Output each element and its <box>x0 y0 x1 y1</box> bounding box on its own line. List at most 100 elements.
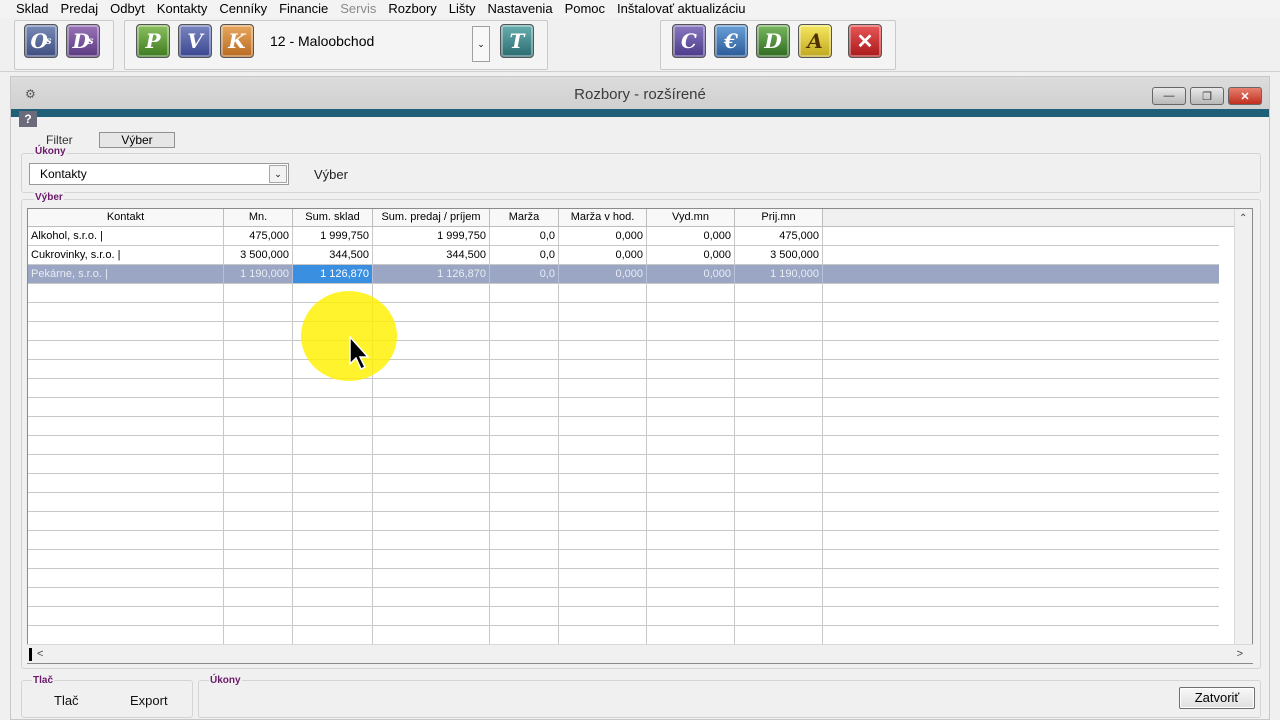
table-cell[interactable] <box>735 569 823 588</box>
table-cell[interactable] <box>293 417 373 436</box>
table-cell[interactable] <box>559 398 647 417</box>
column-header-5[interactable]: Marža v hod. <box>559 209 647 227</box>
table-cell[interactable] <box>735 512 823 531</box>
table-cell[interactable] <box>735 626 823 645</box>
table-cell[interactable]: 344,500 <box>293 246 373 265</box>
table-cell[interactable]: 0,000 <box>647 227 735 246</box>
table-cell[interactable] <box>559 588 647 607</box>
table-cell[interactable] <box>647 607 735 626</box>
table-cell[interactable] <box>559 493 647 512</box>
table-cell[interactable]: 1 190,000 <box>735 265 823 284</box>
table-cell[interactable] <box>293 569 373 588</box>
table-cell[interactable] <box>559 436 647 455</box>
table-cell[interactable] <box>647 284 735 303</box>
table-cell[interactable] <box>373 398 490 417</box>
table-cell[interactable] <box>293 626 373 645</box>
table-cell[interactable] <box>647 417 735 436</box>
menu-item-4[interactable]: Cenníky <box>213 1 273 17</box>
table-row[interactable] <box>28 569 1219 588</box>
table-row[interactable] <box>28 417 1219 436</box>
table-cell[interactable] <box>224 303 293 322</box>
table-cell[interactable] <box>559 379 647 398</box>
table-cell[interactable] <box>373 550 490 569</box>
t-icon[interactable]: T <box>500 24 534 58</box>
table-cell[interactable] <box>559 550 647 569</box>
a-icon[interactable]: A <box>798 24 832 58</box>
table-cell[interactable]: 1 999,750 <box>373 227 490 246</box>
table-cell[interactable] <box>735 379 823 398</box>
column-header-3[interactable]: Sum. predaj / príjem <box>373 209 490 227</box>
c-icon[interactable]: C <box>672 24 706 58</box>
table-cell[interactable] <box>647 493 735 512</box>
table-cell[interactable]: 0,000 <box>647 265 735 284</box>
table-cell[interactable] <box>293 474 373 493</box>
table-row[interactable] <box>28 398 1219 417</box>
table-cell[interactable] <box>647 436 735 455</box>
table-cell[interactable] <box>224 607 293 626</box>
table-cell[interactable] <box>647 588 735 607</box>
table-cell[interactable] <box>559 322 647 341</box>
table-cell[interactable]: Pekárne, s.r.o. | <box>28 265 224 284</box>
column-header-2[interactable]: Sum. sklad <box>293 209 373 227</box>
table-cell[interactable] <box>293 379 373 398</box>
table-cell[interactable] <box>735 398 823 417</box>
d-icon[interactable]: D <box>756 24 790 58</box>
table-row[interactable] <box>28 550 1219 569</box>
horizontal-scrollbar[interactable]: < > <box>27 644 1253 663</box>
table-cell[interactable] <box>293 531 373 550</box>
table-cell[interactable] <box>373 474 490 493</box>
chevron-down-icon[interactable]: ⌄ <box>269 165 287 183</box>
table-cell[interactable] <box>559 512 647 531</box>
table-cell[interactable] <box>224 531 293 550</box>
table-cell[interactable] <box>293 512 373 531</box>
menu-item-9[interactable]: Nastavenia <box>482 1 559 17</box>
table-cell[interactable] <box>735 607 823 626</box>
table-cell[interactable] <box>224 436 293 455</box>
table-cell[interactable] <box>28 493 224 512</box>
table-cell[interactable] <box>490 588 559 607</box>
table-cell[interactable] <box>490 512 559 531</box>
table-cell[interactable] <box>373 360 490 379</box>
table-cell[interactable] <box>28 512 224 531</box>
table-cell[interactable] <box>490 284 559 303</box>
table-cell[interactable]: 0,000 <box>647 246 735 265</box>
table-cell[interactable] <box>373 417 490 436</box>
table-cell[interactable] <box>735 474 823 493</box>
menu-item-11[interactable]: Inštalovať aktualizáciu <box>611 1 751 17</box>
table-cell[interactable] <box>373 512 490 531</box>
table-cell[interactable] <box>28 474 224 493</box>
table-cell[interactable] <box>28 284 224 303</box>
table-row[interactable] <box>28 341 1219 360</box>
table-cell[interactable] <box>735 493 823 512</box>
table-row[interactable] <box>28 493 1219 512</box>
table-cell[interactable] <box>293 588 373 607</box>
table-row[interactable] <box>28 588 1219 607</box>
table-cell[interactable] <box>647 626 735 645</box>
table-row[interactable] <box>28 379 1219 398</box>
table-cell[interactable]: 475,000 <box>735 227 823 246</box>
table-cell[interactable] <box>735 417 823 436</box>
table-cell[interactable] <box>28 417 224 436</box>
table-cell[interactable] <box>373 379 490 398</box>
table-cell[interactable] <box>28 550 224 569</box>
menu-item-3[interactable]: Kontakty <box>151 1 214 17</box>
table-cell[interactable] <box>735 303 823 322</box>
table-cell[interactable] <box>735 588 823 607</box>
table-row[interactable] <box>28 531 1219 550</box>
table-cell[interactable]: 0,000 <box>559 246 647 265</box>
table-cell[interactable] <box>559 531 647 550</box>
table-cell[interactable] <box>735 341 823 360</box>
table-cell[interactable] <box>559 303 647 322</box>
table-cell[interactable]: 1 190,000 <box>224 265 293 284</box>
table-cell[interactable] <box>490 436 559 455</box>
tlac-button[interactable]: Tlač <box>54 693 79 708</box>
restore-icon[interactable]: ❐ <box>1190 87 1224 105</box>
table-row[interactable] <box>28 303 1219 322</box>
ds-icon[interactable]: Ds <box>66 24 100 58</box>
window-titlebar[interactable]: ⚙ Rozbory - rozšírené — ❐ ✕ <box>11 77 1269 111</box>
table-cell[interactable] <box>293 436 373 455</box>
table-cell[interactable] <box>559 626 647 645</box>
table-cell[interactable] <box>373 607 490 626</box>
table-cell[interactable] <box>490 455 559 474</box>
column-header-1[interactable]: Mn. <box>224 209 293 227</box>
